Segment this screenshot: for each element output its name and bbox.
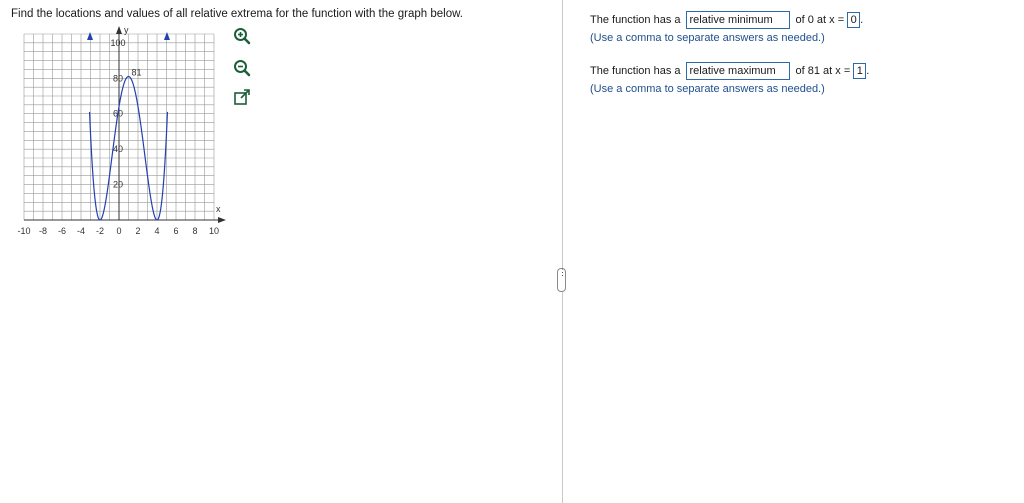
x-tick-label: 4 <box>154 226 159 236</box>
x-tick-label: 10 <box>209 226 219 236</box>
panel-divider <box>562 0 563 503</box>
x-axis-label: x <box>216 204 221 214</box>
answer-prefix: The function has a <box>590 14 681 26</box>
y-tick-label: 80 <box>113 73 123 83</box>
x-value-input[interactable]: 1 <box>853 63 867 79</box>
y-tick-label: 100 <box>110 38 125 48</box>
extrema-type-dropdown[interactable]: relative minimum <box>685 11 790 29</box>
x-axis-arrow <box>218 217 226 223</box>
x-tick-label: 0 <box>116 226 121 236</box>
function-graph: -10 -8 -6 -4 -2 0 2 4 6 8 10 100 80 60 40 20 y x 81 <box>14 24 234 244</box>
handle-grip-icon: ⋮ <box>558 267 567 277</box>
answer-prefix: The function has a <box>590 65 681 77</box>
answer-middle: of 81 at x = <box>795 65 851 77</box>
x-tick-label: -4 <box>77 226 85 236</box>
x-tick-label: 2 <box>135 226 140 236</box>
x-tick-label: 6 <box>173 226 178 236</box>
answer-row-minimum: The function has a relative minimum of 0… <box>590 11 863 29</box>
y-axis-arrow <box>116 26 122 34</box>
y-axis-label: y <box>124 25 129 35</box>
peak-label: 81 <box>132 68 142 78</box>
zoom-out-icon[interactable] <box>232 58 252 78</box>
hint-text: (Use a comma to separate answers as need… <box>590 32 825 44</box>
curve-arrow-right <box>163 32 170 40</box>
x-tick-label: -10 <box>17 226 30 236</box>
curve-arrow-left <box>87 32 94 40</box>
extrema-type-dropdown[interactable]: relative maximum <box>685 62 790 80</box>
hint-text: (Use a comma to separate answers as need… <box>590 83 825 95</box>
answer-middle: of 0 at x = <box>795 14 845 26</box>
y-tick-label: 20 <box>113 180 123 190</box>
answer-suffix: . <box>860 14 864 26</box>
y-tick-label: 40 <box>113 144 123 154</box>
x-value-input[interactable]: 0 <box>847 12 861 28</box>
x-tick-label: -6 <box>58 226 66 236</box>
answer-suffix: . <box>866 65 870 77</box>
x-tick-label: 8 <box>192 226 197 236</box>
graph-svg: -10 -8 -6 -4 -2 0 2 4 6 8 1010080604020yx81 <box>17 25 226 236</box>
question-text: Find the locations and values of all rel… <box>11 8 463 20</box>
panel-resize-handle[interactable]: ⋮ <box>557 267 567 292</box>
answer-row-maximum: The function has a relative maximum of 8… <box>590 62 869 80</box>
zoom-in-icon[interactable] <box>232 26 252 46</box>
x-tick-label: -8 <box>39 226 47 236</box>
x-tick-label: -2 <box>96 226 104 236</box>
popout-icon[interactable] <box>232 88 252 108</box>
